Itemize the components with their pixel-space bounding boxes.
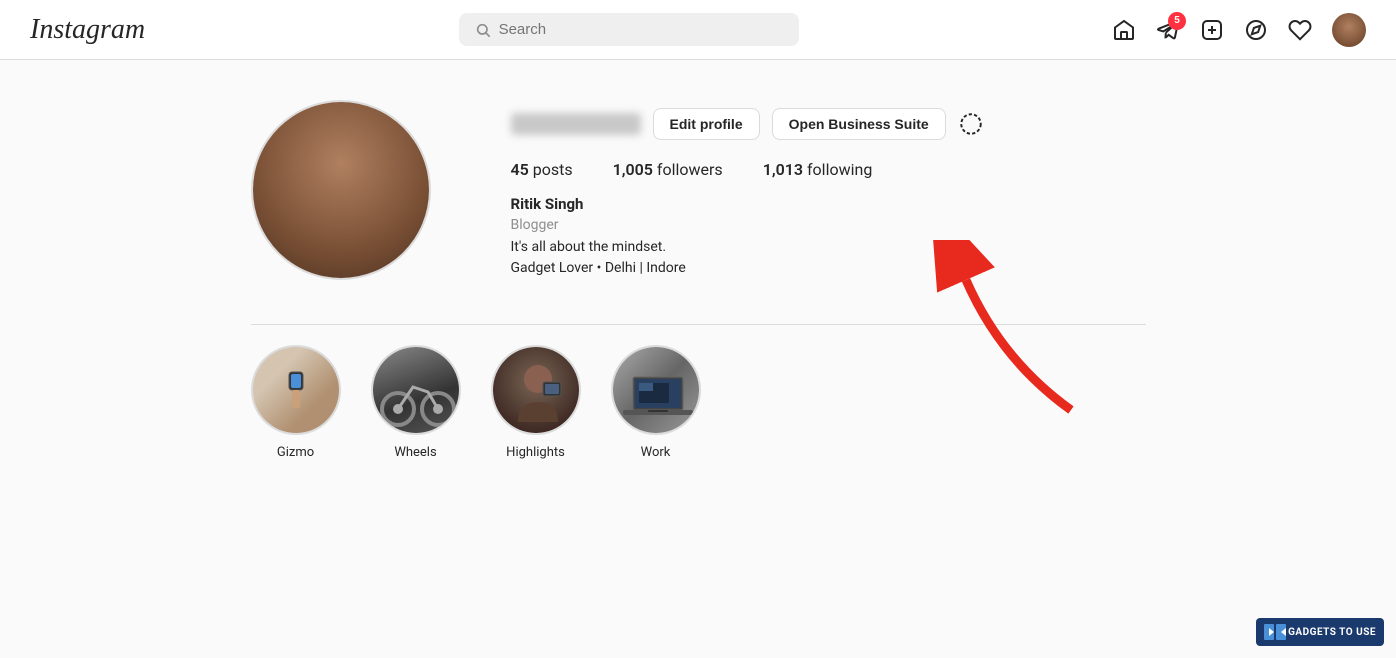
highlight-circle-highlights [491, 345, 581, 435]
highlights-section: Gizmo Wheels [251, 324, 1146, 490]
compass-icon [1244, 18, 1268, 42]
watermark-logo [1264, 624, 1286, 640]
header: Instagram 5 [0, 0, 1396, 60]
highlight-image-wheels [373, 347, 459, 433]
add-icon [1200, 18, 1224, 42]
highlight-label-work: Work [641, 445, 671, 460]
followers-label: followers [657, 160, 723, 179]
search-icon [475, 22, 491, 38]
header-avatar [1332, 13, 1366, 47]
messenger-button[interactable]: 5 [1156, 18, 1180, 42]
bio-line1: It's all about the mindset. [511, 237, 1146, 258]
highlight-image-highlights [493, 347, 579, 433]
profile-role: Blogger [511, 217, 1146, 233]
edit-profile-button[interactable]: Edit profile [653, 108, 760, 140]
profile-stats-row: 45 posts 1,005 followers 1,013 following [511, 160, 1146, 179]
settings-button[interactable] [958, 111, 984, 137]
work-svg [613, 347, 701, 435]
home-button[interactable] [1112, 18, 1136, 42]
posts-label: posts [533, 160, 573, 179]
messenger-badge: 5 [1168, 12, 1186, 30]
profile-avatar [251, 100, 431, 280]
highlight-item-highlights[interactable]: Highlights [491, 345, 581, 460]
open-business-suite-button[interactable]: Open Business Suite [772, 108, 946, 140]
highlight-item-gizmo[interactable]: Gizmo [251, 345, 341, 460]
profile-avatar-wrap [251, 100, 431, 280]
highlight-image-gizmo [253, 347, 339, 433]
profile-photo [253, 102, 429, 278]
highlight-item-work[interactable]: Work [611, 345, 701, 460]
bio-line2: Gadget Lover • Delhi | Indore [511, 258, 1146, 279]
followers-count: 1,005 [613, 160, 653, 179]
highlight-circle-work [611, 345, 701, 435]
main-content: Edit profile Open Business Suite 45 post… [231, 60, 1166, 490]
profile-info: Edit profile Open Business Suite 45 post… [511, 100, 1146, 279]
highlight-label-wheels: Wheels [394, 445, 436, 460]
username-blurred [511, 113, 641, 135]
home-icon [1112, 18, 1136, 42]
highlight-label-highlights: Highlights [506, 445, 565, 460]
following-count: 1,013 [763, 160, 803, 179]
highlights-svg [493, 347, 581, 435]
instagram-logo: Instagram [30, 14, 145, 46]
highlight-label-gizmo: Gizmo [277, 445, 314, 460]
posts-count: 45 [511, 160, 529, 179]
profile-bio: It's all about the mindset. Gadget Lover… [511, 237, 1146, 279]
profile-top-row: Edit profile Open Business Suite [511, 108, 1146, 140]
highlight-circle-gizmo [251, 345, 341, 435]
following-stat[interactable]: 1,013 following [763, 160, 873, 179]
watermark-text: GADGETS TO USE [1288, 627, 1376, 638]
followers-stat[interactable]: 1,005 followers [613, 160, 723, 179]
search-bar[interactable] [459, 13, 799, 46]
highlight-item-wheels[interactable]: Wheels [371, 345, 461, 460]
notifications-button[interactable] [1288, 18, 1312, 42]
profile-section: Edit profile Open Business Suite 45 post… [251, 100, 1146, 280]
wheels-svg [373, 347, 461, 435]
highlight-image-work [613, 347, 699, 433]
heart-icon [1288, 18, 1312, 42]
settings-icon [958, 111, 984, 137]
posts-stat: 45 posts [511, 160, 573, 179]
explore-button[interactable] [1244, 18, 1268, 42]
following-label: following [807, 160, 872, 179]
watermark: GADGETS TO USE [1256, 618, 1384, 646]
profile-avatar-button[interactable] [1332, 13, 1366, 47]
search-input[interactable] [499, 21, 783, 38]
header-nav-icons: 5 [1112, 13, 1366, 47]
highlight-circle-wheels [371, 345, 461, 435]
gizmo-svg [271, 360, 321, 420]
create-post-button[interactable] [1200, 18, 1224, 42]
profile-name: Ritik Singh [511, 195, 1146, 213]
